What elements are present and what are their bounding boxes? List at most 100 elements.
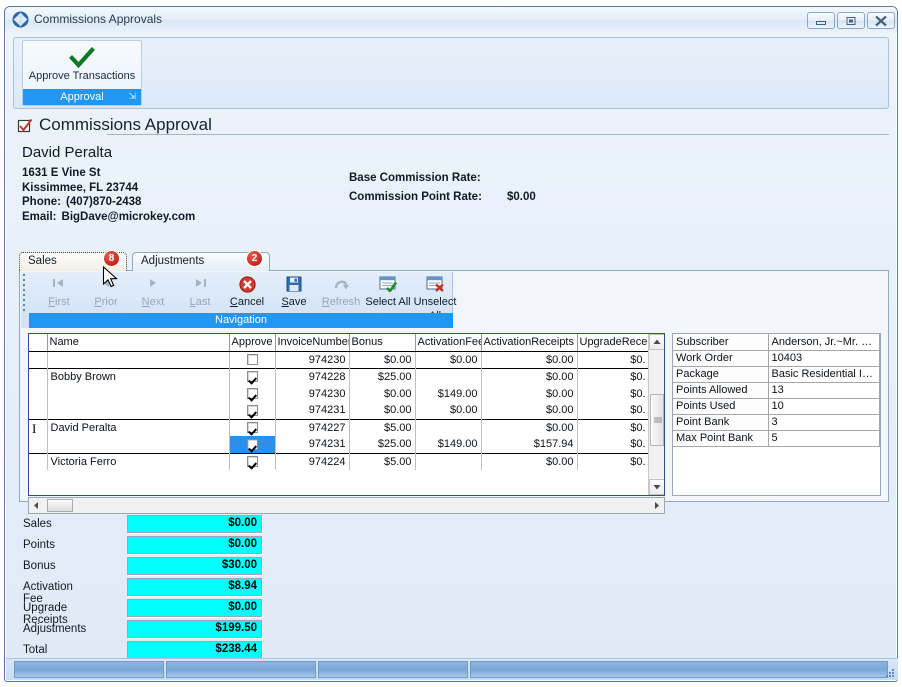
table-row[interactable]: Victoria Ferro 974224 $5.00 $0.00 $0.: [29, 452, 650, 470]
approve-checkbox[interactable]: [246, 422, 258, 434]
cell-upgrade-receipts[interactable]: $0.: [577, 418, 650, 436]
detail-value[interactable]: 3: [768, 414, 880, 431]
cell-bonus[interactable]: $0.00: [349, 351, 416, 368]
scroll-up-icon[interactable]: [649, 334, 664, 350]
grid-hscroll-thumb[interactable]: [47, 499, 73, 512]
table-row[interactable]: 974231 $0.00 $0.00 $0.00 $0.: [29, 402, 650, 419]
approve-checkbox[interactable]: [246, 438, 258, 450]
cell-approve-checkbox[interactable]: [229, 351, 276, 368]
column-header-invoice-number[interactable]: InvoiceNumber: [275, 334, 350, 352]
cell-activation-fee[interactable]: [415, 452, 482, 470]
approve-checkbox[interactable]: [246, 354, 258, 366]
row-indicator[interactable]: [29, 402, 48, 419]
column-header-name[interactable]: Name: [47, 334, 230, 352]
cell-upgrade-receipts[interactable]: $0.: [577, 436, 650, 453]
cell-name[interactable]: [47, 351, 230, 368]
cell-activation-receipts[interactable]: $0.00: [481, 385, 578, 402]
scroll-down-icon[interactable]: [649, 479, 664, 495]
cell-activation-fee[interactable]: $0.00: [415, 351, 482, 368]
column-header-bonus[interactable]: Bonus: [349, 334, 416, 352]
grid-horizontal-scrollbar[interactable]: [28, 497, 665, 514]
cell-activation-receipts[interactable]: $0.00: [481, 402, 578, 419]
detail-value[interactable]: Basic Residential Installat...: [768, 366, 880, 383]
detail-value[interactable]: 10: [768, 398, 880, 415]
cell-approve-checkbox[interactable]: [229, 436, 276, 453]
sales-data-grid[interactable]: Name Approve InvoiceNumber Bonus Activat…: [28, 333, 665, 496]
row-indicator[interactable]: [29, 452, 48, 470]
cell-bonus[interactable]: $0.00: [349, 402, 416, 419]
close-button[interactable]: [867, 12, 895, 29]
cell-name[interactable]: Bobby Brown: [47, 367, 230, 385]
approve-checkbox[interactable]: [246, 456, 258, 468]
cell-name[interactable]: [47, 436, 230, 453]
cell-activation-fee[interactable]: [415, 367, 482, 385]
cell-activation-fee[interactable]: $149.00: [415, 385, 482, 402]
cell-name[interactable]: [47, 385, 230, 402]
tab-adjustments[interactable]: Adjustments 2: [132, 250, 270, 271]
cell-activation-receipts[interactable]: $0.00: [481, 351, 578, 368]
minimize-button[interactable]: [807, 12, 835, 29]
table-row[interactable]: 974230 $0.00 $149.00 $0.00 $0.: [29, 385, 650, 402]
cell-approve-checkbox[interactable]: [229, 418, 276, 436]
approve-checkbox[interactable]: [246, 404, 258, 416]
row-indicator[interactable]: [29, 385, 48, 402]
detail-value[interactable]: 13: [768, 382, 880, 399]
cell-invoice-number[interactable]: 974230: [275, 351, 350, 368]
cell-bonus[interactable]: $5.00: [349, 452, 416, 470]
cell-upgrade-receipts[interactable]: $0.: [577, 351, 650, 368]
cell-activation-receipts[interactable]: $157.94: [481, 436, 578, 453]
tab-sales[interactable]: Sales 8: [19, 250, 127, 271]
row-indicator[interactable]: [29, 436, 48, 453]
cell-name[interactable]: Victoria Ferro: [47, 452, 230, 470]
approve-checkbox[interactable]: [246, 371, 258, 383]
approve-transactions-button[interactable]: Approve Transactions: [23, 41, 141, 89]
cell-bonus[interactable]: $25.00: [349, 367, 416, 385]
cell-activation-fee[interactable]: $0.00: [415, 402, 482, 419]
cell-invoice-number[interactable]: 974231: [275, 436, 350, 453]
cell-activation-fee[interactable]: $149.00: [415, 436, 482, 453]
cell-upgrade-receipts[interactable]: $0.: [577, 385, 650, 402]
cell-approve-checkbox[interactable]: [229, 452, 276, 470]
cell-name[interactable]: David Peralta: [47, 418, 230, 436]
cell-upgrade-receipts[interactable]: $0.: [577, 402, 650, 419]
cell-approve-checkbox[interactable]: [229, 402, 276, 419]
grid-vscroll-thumb[interactable]: [650, 394, 664, 446]
cell-invoice-number[interactable]: 974228: [275, 367, 350, 385]
cell-activation-fee[interactable]: [415, 418, 482, 436]
resize-grip-icon[interactable]: [883, 666, 895, 678]
toolbar-gripper[interactable]: [23, 274, 27, 312]
cell-bonus[interactable]: $5.00: [349, 418, 416, 436]
cell-invoice-number[interactable]: 974227: [275, 418, 350, 436]
table-row[interactable]: 974231 $25.00 $149.00 $157.94 $0.: [29, 436, 650, 453]
column-header-activation-receipts[interactable]: ActivationReceipts: [481, 334, 578, 352]
cell-approve-checkbox[interactable]: [229, 385, 276, 402]
grid-vertical-scrollbar[interactable]: [648, 334, 664, 495]
detail-value[interactable]: 5: [768, 430, 880, 447]
column-header-activation-fee[interactable]: ActivationFee: [415, 334, 482, 352]
cell-invoice-number[interactable]: 974230: [275, 385, 350, 402]
cell-name[interactable]: [47, 402, 230, 419]
cell-upgrade-receipts[interactable]: $0.: [577, 367, 650, 385]
cell-approve-checkbox[interactable]: [229, 367, 276, 385]
cell-invoice-number[interactable]: 974224: [275, 452, 350, 470]
table-row[interactable]: Bobby Brown 974228 $25.00 $0.00 $0.: [29, 367, 650, 385]
nav-button-unselect-all[interactable]: Unselect All: [407, 274, 463, 322]
table-row[interactable]: 974230 $0.00 $0.00 $0.00 $0.: [29, 351, 650, 368]
cell-activation-receipts[interactable]: $0.00: [481, 367, 578, 385]
cell-bonus[interactable]: $25.00: [349, 436, 416, 453]
approve-checkbox[interactable]: [246, 388, 258, 400]
detail-value[interactable]: Anderson, Jr.~Mr. John A.: [768, 334, 880, 351]
row-indicator[interactable]: [29, 351, 48, 368]
table-row[interactable]: David Peralta 974227 $5.00 $0.00 $0.: [29, 418, 650, 436]
dialog-launcher-icon[interactable]: ⇲: [128, 91, 136, 102]
maximize-button[interactable]: [837, 12, 865, 29]
cell-activation-receipts[interactable]: $0.00: [481, 452, 578, 470]
column-header-upgrade-receipts[interactable]: UpgradeReceipts: [577, 334, 650, 352]
detail-value[interactable]: 10403: [768, 350, 880, 367]
cell-activation-receipts[interactable]: $0.00: [481, 418, 578, 436]
row-indicator[interactable]: [29, 367, 48, 385]
column-header-approve[interactable]: Approve: [229, 334, 276, 352]
scroll-right-icon[interactable]: [649, 498, 664, 513]
scroll-left-icon[interactable]: [29, 498, 44, 513]
cell-bonus[interactable]: $0.00: [349, 385, 416, 402]
